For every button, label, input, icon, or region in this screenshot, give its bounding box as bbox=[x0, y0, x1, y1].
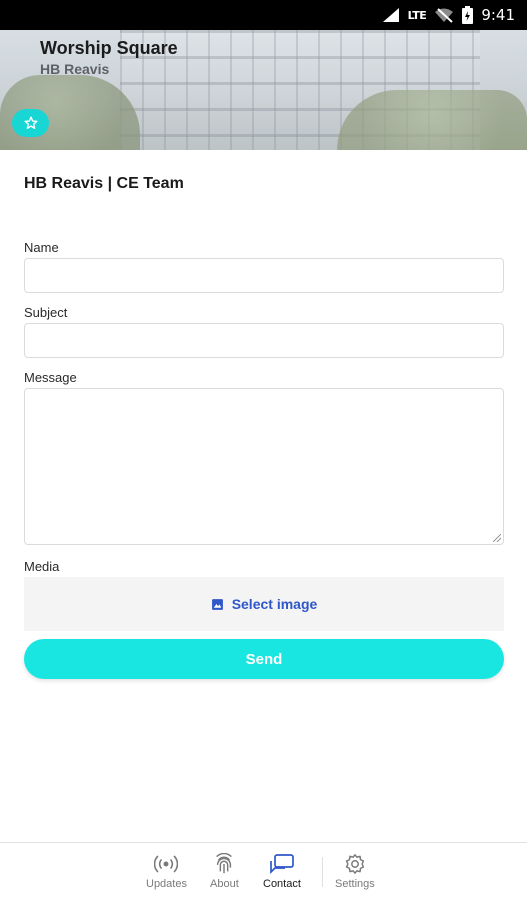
status-bar: LTE 9:41 bbox=[0, 0, 527, 30]
nav-item-contact[interactable]: Contact bbox=[263, 853, 301, 890]
wifi-off-icon bbox=[435, 8, 454, 23]
nav-label-contact: Contact bbox=[263, 878, 301, 890]
subject-label: Subject bbox=[24, 305, 68, 320]
send-button[interactable]: Send bbox=[24, 639, 504, 679]
nav-divider bbox=[322, 857, 323, 887]
battery-icon bbox=[462, 6, 474, 24]
signal-icon bbox=[382, 8, 399, 22]
bottom-navigation: Updates About Contact Settings bbox=[0, 842, 527, 900]
page-subtitle: HB Reavis bbox=[40, 61, 110, 77]
nav-item-about[interactable]: About bbox=[210, 853, 239, 890]
network-type: LTE bbox=[407, 8, 427, 22]
nav-label-updates: Updates bbox=[146, 878, 187, 890]
header-banner: Worship Square HB Reavis bbox=[0, 30, 527, 150]
name-label: Name bbox=[24, 240, 59, 255]
favorite-button[interactable] bbox=[12, 109, 49, 137]
page-title: Worship Square bbox=[40, 38, 178, 58]
nav-item-settings[interactable]: Settings bbox=[335, 853, 375, 890]
nav-item-updates[interactable]: Updates bbox=[146, 853, 187, 890]
media-label: Media bbox=[24, 559, 60, 574]
broadcast-icon bbox=[154, 855, 179, 873]
gear-icon bbox=[345, 854, 365, 874]
chat-icon bbox=[270, 854, 294, 875]
message-label: Message bbox=[24, 370, 77, 385]
resize-handle[interactable] bbox=[493, 534, 501, 542]
select-image-label: Select image bbox=[231, 596, 318, 612]
status-time: 9:41 bbox=[481, 6, 515, 24]
team-title: HB Reavis | CE Team bbox=[24, 175, 184, 192]
image-icon bbox=[211, 598, 223, 610]
name-field[interactable] bbox=[24, 258, 504, 293]
fingerprint-icon bbox=[216, 853, 233, 874]
select-image-button[interactable]: Select image bbox=[24, 577, 504, 631]
nav-label-about: About bbox=[210, 878, 239, 890]
subject-field[interactable] bbox=[24, 323, 504, 358]
send-label: Send bbox=[245, 650, 283, 668]
nav-label-settings: Settings bbox=[335, 878, 375, 890]
star-icon bbox=[23, 116, 38, 129]
message-field[interactable] bbox=[24, 388, 504, 545]
